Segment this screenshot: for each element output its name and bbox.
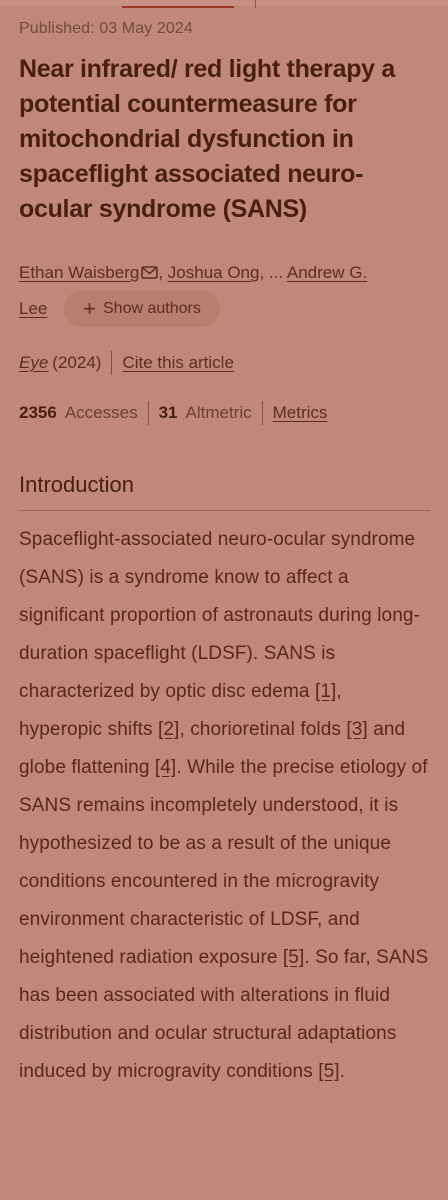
cite-article-link[interactable]: Cite this article — [122, 353, 233, 373]
reference-link-3[interactable]: [3] — [346, 719, 367, 740]
divider — [147, 401, 149, 425]
plus-icon: + — [83, 295, 96, 321]
published-date: Published: 03 May 2024 — [19, 20, 193, 37]
divider — [261, 401, 263, 425]
introduction-paragraph: Spaceflight-associated neuro-ocular synd… — [19, 521, 429, 1091]
author-link-ethan-waisberg[interactable]: Ethan Waisberg — [19, 263, 139, 282]
show-authors-button[interactable]: + Show authors — [64, 290, 220, 327]
section-divider — [19, 510, 430, 511]
divider — [111, 351, 113, 375]
accesses-count: 2356 — [19, 403, 57, 422]
reference-link-1[interactable]: [1] — [315, 681, 336, 702]
journal-year: (2024) — [52, 353, 102, 372]
show-authors-label: Show authors — [103, 299, 201, 317]
reference-link-5b[interactable]: [5] — [318, 1061, 339, 1082]
reference-link-2[interactable]: [2] — [158, 719, 179, 740]
author-ellipsis: , ... — [259, 263, 284, 282]
author-link-andrew-lee-part2[interactable]: Lee — [19, 299, 47, 318]
reference-link-4[interactable]: [4] — [155, 757, 176, 778]
journal-row: Eye (2024) Cite this article — [19, 350, 234, 376]
paragraph-text: . While the precise etiology of SANS rem… — [19, 757, 428, 968]
mail-icon[interactable] — [141, 257, 159, 279]
altmetric-count: 31 — [158, 403, 178, 422]
metrics-link[interactable]: Metrics — [273, 403, 328, 423]
paragraph-text: , chorioretinal folds — [179, 719, 347, 740]
paragraph-text: Spaceflight-associated neuro-ocular synd… — [19, 529, 420, 702]
clipped-previous-row — [19, 0, 439, 8]
accesses-label: Accesses — [64, 403, 138, 422]
article-title: Near infrared/ red light therapy a poten… — [19, 55, 396, 223]
paragraph-text: . — [339, 1061, 346, 1082]
clipped-separator — [255, 0, 256, 8]
clipped-link[interactable] — [122, 0, 234, 8]
author-link-andrew-lee[interactable]: Andrew G. — [287, 263, 367, 282]
author-link-joshua-ong[interactable]: Joshua Ong — [168, 263, 260, 282]
journal-link[interactable]: Eye — [19, 353, 48, 373]
author-list: Ethan Waisberg, Joshua Ong, ... Andrew G… — [19, 256, 429, 290]
altmetric-label: Altmetric — [185, 403, 252, 422]
metrics-row: 2356 Accesses 31 Altmetric Metrics — [19, 399, 327, 427]
author-link-andrew-lee-cont: Lee — [19, 290, 47, 327]
reference-link-5[interactable]: [5] — [283, 947, 304, 968]
section-heading-introduction: Introduction — [19, 472, 134, 497]
